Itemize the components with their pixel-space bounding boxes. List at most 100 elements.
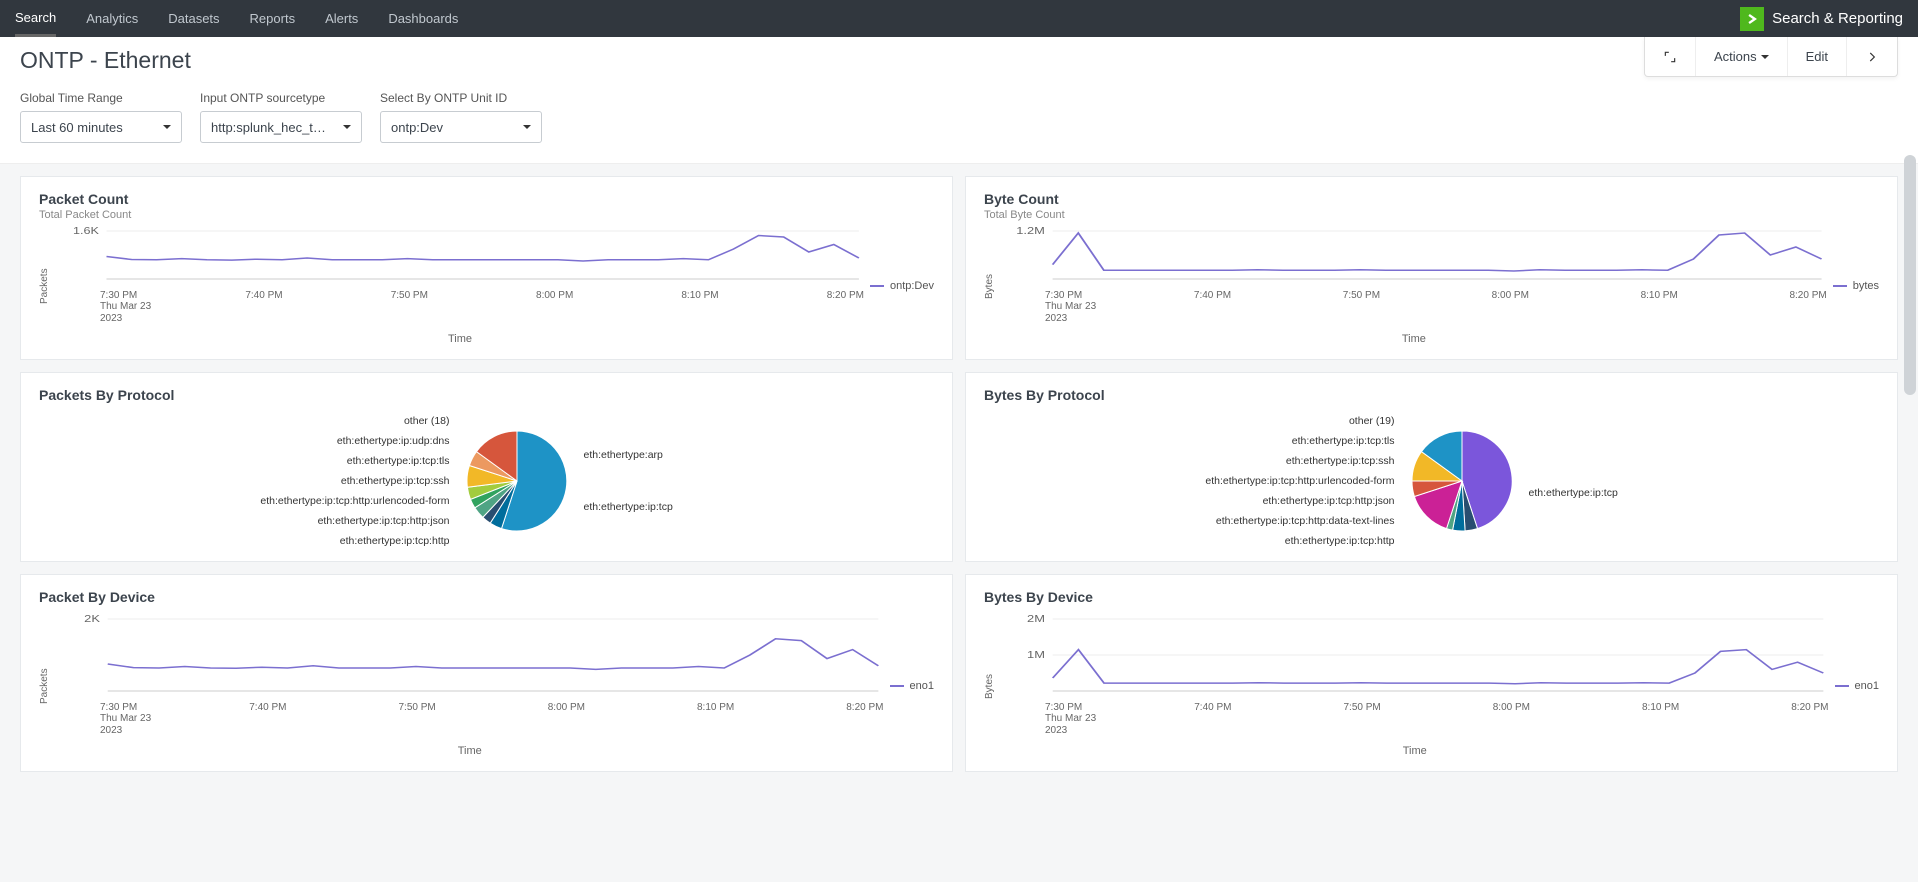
panel-subtitle: Total Packet Count [39, 209, 934, 221]
pie-label: eth:ethertype:ip:tcp:tls [1292, 435, 1395, 447]
edit-button[interactable]: Edit [1787, 37, 1846, 76]
x-ticks: 7:30 PM7:40 PM7:50 PM8:00 PM8:10 PM8:20 … [1001, 286, 1827, 301]
pie-label: eth:ethertype:ip:tcp:tls [347, 455, 450, 467]
filter-dropdown[interactable]: Last 60 minutes [20, 111, 182, 143]
panel-packet-device[interactable]: Packet By Device Packets 2K 7:30 PM7:40 … [20, 574, 953, 772]
filter-label: Global Time Range [20, 91, 182, 105]
nav-tab-search[interactable]: Search [15, 0, 56, 37]
x-tick: 7:40 PM [249, 702, 286, 713]
x-tick: 8:00 PM [1492, 290, 1529, 301]
filter-label: Input ONTP sourcetype [200, 91, 362, 105]
panel-title: Packet Count [39, 191, 934, 207]
brand[interactable]: Search & Reporting [1740, 7, 1903, 31]
x-tick: 8:00 PM [536, 290, 573, 301]
x-ticks: 7:30 PM7:40 PM7:50 PM8:00 PM8:10 PM8:20 … [56, 698, 884, 713]
y-axis-label: Bytes [984, 227, 995, 345]
panel-title: Bytes By Device [984, 589, 1879, 605]
pie-label: eth:ethertype:ip:tcp [1529, 487, 1618, 499]
pie-label: eth:ethertype:ip:tcp:http:json [318, 515, 450, 527]
panel-title: Bytes By Protocol [984, 387, 1879, 403]
x-tick: 7:30 PM [1045, 702, 1082, 713]
pie-label: eth:ethertype:ip:tcp:ssh [341, 475, 450, 487]
panel-bytes-proto[interactable]: Bytes By Protocol other (19)eth:ethertyp… [965, 372, 1898, 562]
panel-title: Byte Count [984, 191, 1879, 207]
chevron-right-icon [1865, 50, 1879, 64]
x-tick: 7:50 PM [1344, 702, 1381, 713]
x-date: Thu Mar 232023 [1001, 713, 1829, 737]
chart-legend: eno1 [1835, 615, 1879, 757]
filter-value: http:splunk_hec_tok... [211, 120, 331, 135]
x-axis-label: Time [56, 333, 864, 345]
x-tick: 8:00 PM [548, 702, 585, 713]
nav-tab-alerts[interactable]: Alerts [325, 0, 358, 37]
x-tick: 8:20 PM [1789, 290, 1826, 301]
scrollbar-thumb[interactable] [1904, 155, 1916, 395]
pie-label: eth:ethertype:ip:udp:dns [337, 435, 450, 447]
filter-dropdown[interactable]: ontp:Dev [380, 111, 542, 143]
svg-text:1M: 1M [1027, 650, 1045, 660]
actions-label: Actions [1714, 49, 1757, 64]
pie-label: other (18) [404, 415, 450, 427]
filter-value: Last 60 minutes [31, 120, 123, 135]
page-title: ONTP - Ethernet [20, 47, 191, 74]
nav-tabs: Search Analytics Datasets Reports Alerts Dash… [15, 0, 458, 37]
line-chart: 1.2M [1001, 227, 1827, 283]
x-ticks: 7:30 PM7:40 PM7:50 PM8:00 PM8:10 PM8:20 … [56, 286, 864, 301]
panel-packet-count[interactable]: Packet Count Total Packet Count Packets … [20, 176, 953, 360]
nav-tab-dashboards[interactable]: Dashboards [388, 0, 458, 37]
panel-title: Packets By Protocol [39, 387, 934, 403]
panel-byte-count[interactable]: Byte Count Total Byte Count Bytes 1.2M 7… [965, 176, 1898, 360]
pie-labels-right: eth:ethertype:ip:tcp [1517, 463, 1677, 499]
line-chart: 2M 1M [1001, 615, 1829, 695]
pie-svg [462, 426, 572, 536]
x-axis-label: Time [56, 745, 884, 757]
x-axis-label: Time [1001, 745, 1829, 757]
x-tick: 7:30 PM [100, 702, 137, 713]
x-tick: 7:50 PM [1343, 290, 1380, 301]
x-tick: 7:40 PM [1194, 290, 1231, 301]
chart-legend: eno1 [890, 615, 934, 757]
filter-0: Global Time Range Last 60 minutes [20, 91, 182, 143]
brand-icon [1740, 7, 1764, 31]
pie-label: eth:ethertype:ip:tcp:http:urlencoded-for… [260, 495, 449, 507]
x-tick: 7:40 PM [245, 290, 282, 301]
x-date: Thu Mar 232023 [1001, 301, 1827, 325]
nav-tab-analytics[interactable]: Analytics [86, 0, 138, 37]
x-tick: 7:50 PM [391, 290, 428, 301]
panel-bytes-device[interactable]: Bytes By Device Bytes 2M 1M 7:30 PM7:40 P… [965, 574, 1898, 772]
filters: Global Time Range Last 60 minutes Input ON… [0, 77, 1918, 164]
nav-tab-datasets[interactable]: Datasets [168, 0, 219, 37]
edit-label: Edit [1806, 49, 1828, 64]
svg-text:2M: 2M [1027, 614, 1045, 624]
fullscreen-button[interactable] [1645, 37, 1695, 76]
x-tick: 8:20 PM [827, 290, 864, 301]
filter-2: Select By ONTP Unit IDontp:Dev [380, 91, 542, 143]
caret-icon [343, 125, 351, 129]
pie-labels-right: eth:ethertype:arpeth:ethertype:ip:tcp [572, 449, 732, 513]
nav-tab-reports[interactable]: Reports [250, 0, 296, 37]
top-nav: Search Analytics Datasets Reports Alerts Dash… [0, 0, 1918, 37]
x-tick: 7:50 PM [399, 702, 436, 713]
y-axis-label: Packets [39, 227, 50, 345]
pie-label: eth:ethertype:ip:tcp:http:json [1263, 495, 1395, 507]
more-button[interactable] [1846, 37, 1897, 76]
svg-text:1.2M: 1.2M [1016, 226, 1045, 236]
svg-text:2K: 2K [84, 614, 100, 624]
x-tick: 8:20 PM [846, 702, 883, 713]
caret-icon [163, 125, 171, 129]
panel-subtitle: Total Byte Count [984, 209, 1879, 221]
pie-label: eth:ethertype:ip:tcp:http:data-text-line… [1216, 515, 1395, 527]
svg-text:1.6K: 1.6K [73, 226, 99, 237]
x-ticks: 7:30 PM7:40 PM7:50 PM8:00 PM8:10 PM8:20 … [1001, 698, 1829, 713]
pie-svg [1407, 426, 1517, 536]
x-tick: 8:10 PM [1641, 290, 1678, 301]
pie-label: eth:ethertype:ip:tcp [584, 501, 673, 513]
filter-dropdown[interactable]: http:splunk_hec_tok... [200, 111, 362, 143]
y-axis-label: Bytes [984, 615, 995, 757]
pie-label: eth:ethertype:ip:tcp:http:urlencoded-for… [1205, 475, 1394, 487]
panel-packets-proto[interactable]: Packets By Protocol other (18) eth:ethert… [20, 372, 953, 562]
y-axis-label: Packets [39, 615, 50, 757]
actions-button[interactable]: Actions [1695, 37, 1787, 76]
pie-chart: other (18) eth:ethertype:ip:udp:dns eth:et… [39, 405, 934, 547]
x-tick: 8:10 PM [1642, 702, 1679, 713]
